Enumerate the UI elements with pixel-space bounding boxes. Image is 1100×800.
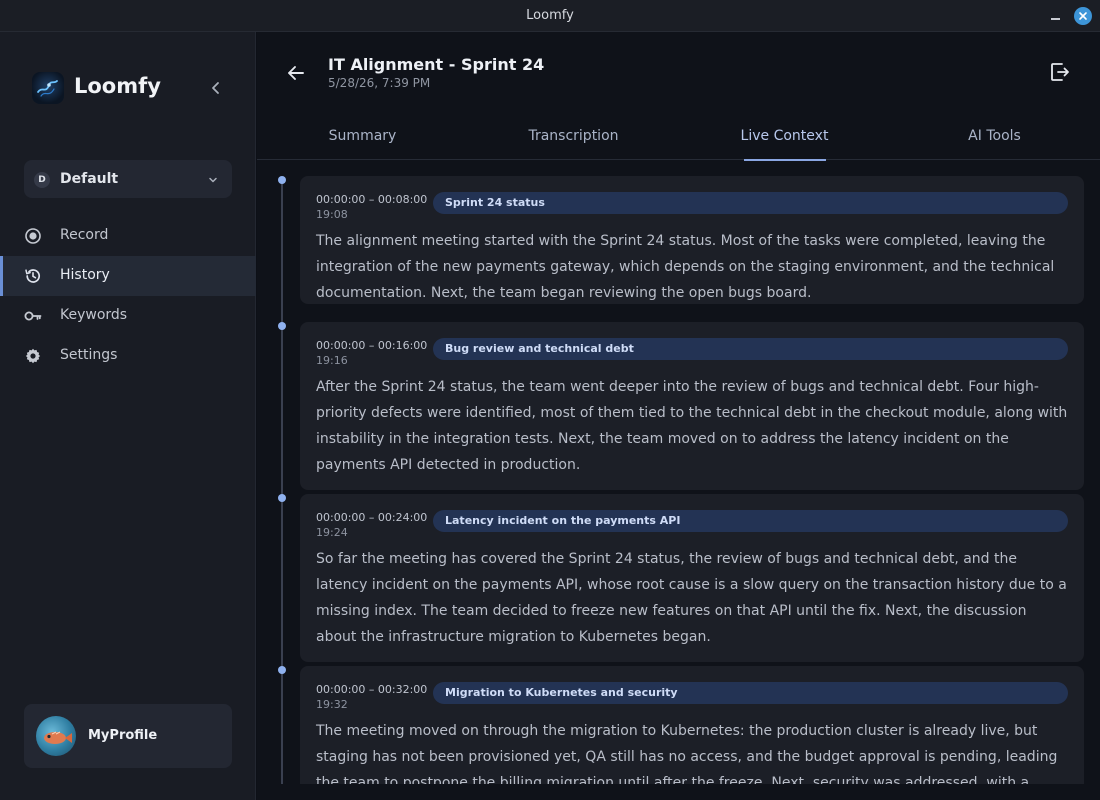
timeline-line — [281, 179, 283, 784]
context-text: The meeting moved on through the migrati… — [316, 723, 1058, 784]
tab-summary[interactable]: Summary — [257, 116, 468, 160]
timeline-dot — [278, 494, 286, 502]
close-icon — [1079, 12, 1087, 20]
close-button[interactable] — [1074, 7, 1092, 25]
window-titlebar: Loomfy — [0, 0, 1100, 32]
arrow-left-icon — [288, 66, 304, 80]
topic-label: Migration to Kubernetes and security — [445, 686, 678, 699]
timeline-dot — [278, 666, 286, 674]
profile-card[interactable]: MyProfile — [24, 704, 232, 768]
sidebar-item-label: Record — [60, 227, 109, 243]
sidebar-item-label: Keywords — [60, 307, 128, 323]
record-icon — [24, 227, 42, 245]
chevron-left-icon — [212, 82, 219, 94]
window-title: Loomfy — [526, 8, 574, 23]
timeline-dot — [278, 322, 286, 330]
tab-transcription[interactable]: Transcription — [468, 116, 679, 160]
context-card: 00:00:00 – 00:08:00 19:08 Sprint 24 stat… — [300, 176, 1084, 304]
tab-live-context[interactable]: Live Context — [679, 116, 890, 161]
page-date: 5/28/26, 7:39 PM — [328, 76, 431, 90]
gear-icon — [24, 347, 42, 365]
live-context-feed[interactable]: 00:00:00 – 00:08:00 19:08 Sprint 24 stat… — [257, 161, 1100, 784]
topic-tag: Latency incident on the payments API — [433, 510, 1068, 532]
sidebar-item-settings[interactable]: Settings — [0, 336, 256, 376]
workspace-label: Default — [60, 171, 119, 187]
topic-label: Latency incident on the payments API — [445, 514, 681, 527]
app-logo-icon — [32, 72, 64, 104]
back-button[interactable] — [285, 62, 307, 84]
main-panel: IT Alignment - Sprint 24 5/28/26, 7:39 P… — [257, 32, 1100, 800]
topic-label: Sprint 24 status — [445, 196, 545, 209]
context-card: 00:00:00 – 00:24:00 19:24 Latency incide… — [300, 494, 1084, 662]
timestamp: 19:16 — [316, 354, 348, 367]
export-icon — [1051, 63, 1069, 81]
profile-name: MyProfile — [88, 728, 158, 743]
context-card: 00:00:00 – 00:32:00 19:32 Migration to K… — [300, 666, 1084, 784]
topic-tag: Bug review and technical debt — [433, 338, 1068, 360]
timestamp: 19:32 — [316, 698, 348, 711]
context-card: 00:00:00 – 00:16:00 19:16 Bug review and… — [300, 322, 1084, 490]
page-title: IT Alignment - Sprint 24 — [328, 55, 545, 74]
workspace-selector[interactable]: D Default — [24, 160, 232, 198]
context-text: The alignment meeting started with the S… — [316, 233, 1055, 301]
time-range: 00:00:00 – 00:08:00 — [316, 193, 428, 206]
avatar — [36, 716, 76, 756]
minimize-icon[interactable] — [1048, 8, 1064, 24]
topic-tag: Migration to Kubernetes and security — [433, 682, 1068, 704]
chevron-down-icon — [206, 172, 220, 186]
timestamp: 19:24 — [316, 526, 348, 539]
sidebar: Loomfy D Default Record History Keywords… — [0, 32, 256, 800]
topic-label: Bug review and technical debt — [445, 342, 634, 355]
history-icon — [24, 267, 42, 285]
timeline-dot — [278, 176, 286, 184]
topic-tag: Sprint 24 status — [433, 192, 1068, 214]
time-range: 00:00:00 – 00:32:00 — [316, 683, 428, 696]
context-text: So far the meeting has covered the Sprin… — [316, 551, 1067, 645]
sidebar-item-label: Settings — [60, 347, 118, 363]
sidebar-item-label: History — [60, 267, 110, 283]
context-text: After the Sprint 24 status, the team wen… — [316, 379, 1068, 473]
collapse-sidebar-button[interactable] — [206, 78, 226, 98]
sidebar-item-record[interactable]: Record — [0, 216, 256, 256]
time-range: 00:00:00 – 00:24:00 — [316, 511, 428, 524]
export-button[interactable] — [1049, 61, 1071, 83]
workspace-badge: D — [34, 172, 50, 188]
sidebar-item-history[interactable]: History — [0, 256, 256, 296]
key-icon — [24, 307, 42, 325]
brand-name: Loomfy — [74, 74, 161, 98]
time-range: 00:00:00 – 00:16:00 — [316, 339, 428, 352]
tab-ai-tools[interactable]: AI Tools — [889, 116, 1100, 160]
tab-bar: Summary Transcription Live Context AI To… — [257, 116, 1100, 161]
sidebar-item-keywords[interactable]: Keywords — [0, 296, 256, 336]
timestamp: 19:08 — [316, 208, 348, 221]
